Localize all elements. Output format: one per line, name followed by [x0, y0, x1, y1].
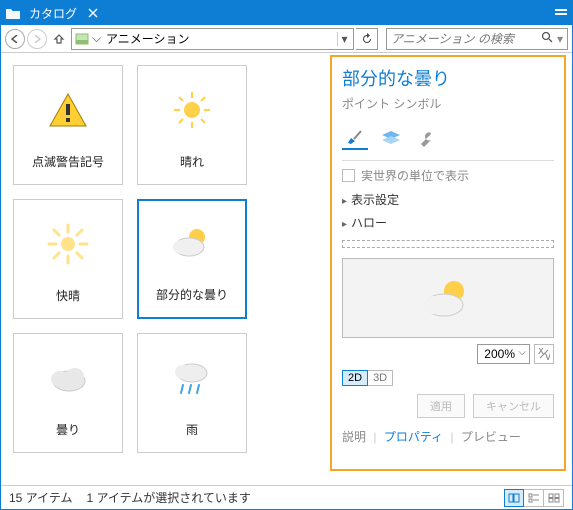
address-bar[interactable]: ⌵ アニメーション ▾ — [71, 28, 354, 50]
panel-title: 部分的な曇り — [342, 65, 554, 91]
item-label: 曇り — [56, 421, 80, 438]
search-icon — [541, 31, 553, 46]
zoom-select[interactable]: 200% — [477, 344, 530, 364]
folder-icon — [5, 6, 21, 20]
tab-preview[interactable]: プレビュー — [461, 430, 521, 444]
item-label: 点滅警告記号 — [32, 153, 104, 170]
brush-tab-icon[interactable] — [342, 126, 368, 150]
view-list-icon[interactable] — [524, 489, 544, 507]
item-label: 部分的な曇り — [156, 286, 228, 303]
expander-display-settings[interactable]: 表示設定 — [342, 188, 554, 211]
status-bar: 15 アイテム 1 アイテムが選択されています — [1, 485, 572, 509]
dim-3d-button[interactable]: 3D — [368, 370, 393, 386]
triangle-warning-icon — [46, 85, 90, 135]
symbol-grid: 点滅警告記号 晴れ 快晴 部分的な曇り 曇り — [1, 53, 301, 465]
expander-halo[interactable]: ハロー — [342, 211, 554, 234]
status-item-count: 15 アイテム — [9, 489, 72, 506]
toolbar: ⌵ アニメーション ▾ アニメーション の検索 ▾ — [1, 25, 572, 53]
cancel-button[interactable]: キャンセル — [473, 394, 554, 418]
breadcrumb-dropdown-icon[interactable]: ▾ — [337, 32, 351, 46]
content-area: 点滅警告記号 晴れ 快晴 部分的な曇り 曇り — [1, 53, 572, 485]
item-label: 快晴 — [56, 287, 80, 304]
status-selection: 1 アイテムが選択されています — [86, 489, 250, 506]
breadcrumb[interactable]: アニメーション — [102, 30, 337, 47]
tab-description[interactable]: 説明 — [342, 430, 366, 444]
symbol-item-sunny[interactable]: 晴れ — [137, 65, 247, 185]
checkbox-icon — [342, 169, 355, 182]
symbol-item-clear[interactable]: 快晴 — [13, 199, 123, 319]
rain-icon — [169, 353, 215, 403]
view-mode-toggle — [504, 489, 564, 507]
partly-cloudy-icon — [169, 218, 215, 268]
view-grid-icon[interactable] — [544, 489, 564, 507]
checkbox-label: 実世界の単位で表示 — [361, 167, 469, 184]
properties-panel: 部分的な曇り ポイント シンボル 実世界の単位で表示 表示設定 ハロー 200%… — [330, 55, 566, 471]
sun-rays-icon — [46, 219, 90, 269]
search-placeholder: アニメーション の検索 — [391, 30, 541, 47]
item-label: 雨 — [186, 421, 198, 438]
symbol-item-rain[interactable]: 雨 — [137, 333, 247, 453]
tab-properties[interactable]: プロパティ — [384, 430, 443, 444]
symbol-item-warning[interactable]: 点滅警告記号 — [13, 65, 123, 185]
svg-text:y: y — [545, 349, 550, 360]
symbol-tool-tabs — [342, 122, 554, 156]
cloud-icon — [45, 353, 91, 403]
dimension-toggle: 2D 3D — [342, 370, 554, 386]
panel-bottom-tabs: 説明 | プロパティ | プレビュー — [342, 428, 554, 445]
symbol-item-partly-cloudy[interactable]: 部分的な曇り — [137, 199, 247, 319]
search-dropdown-icon[interactable]: ▾ — [557, 32, 563, 46]
nav-back-button[interactable] — [5, 29, 25, 49]
layers-tab-icon[interactable] — [378, 126, 404, 150]
apply-button[interactable]: 適用 — [417, 394, 465, 418]
location-dropdown-icon[interactable]: ⌵ — [92, 31, 102, 46]
close-tab-icon[interactable] — [85, 5, 101, 21]
symbol-preview — [342, 258, 554, 338]
nav-up-button[interactable] — [49, 29, 69, 49]
refresh-button[interactable] — [356, 28, 378, 50]
location-thumb-icon — [74, 31, 90, 47]
view-details-icon[interactable] — [504, 489, 524, 507]
menu-chevron-icon[interactable] — [554, 6, 568, 20]
panel-subtitle: ポイント シンボル — [342, 95, 554, 112]
sun-icon — [172, 85, 212, 135]
drop-target — [342, 240, 554, 248]
real-world-units-checkbox[interactable]: 実世界の単位で表示 — [342, 167, 554, 184]
wrench-tab-icon[interactable] — [414, 126, 440, 150]
actual-size-button[interactable]: xy — [534, 344, 554, 364]
svg-text:x: x — [538, 348, 544, 357]
window-title: カタログ — [29, 5, 77, 22]
item-label: 晴れ — [180, 153, 204, 170]
dim-2d-button[interactable]: 2D — [342, 370, 368, 386]
title-bar: カタログ — [1, 1, 572, 25]
nav-forward-button[interactable] — [27, 29, 47, 49]
symbol-item-cloudy[interactable]: 曇り — [13, 333, 123, 453]
search-input[interactable]: アニメーション の検索 ▾ — [386, 28, 568, 50]
